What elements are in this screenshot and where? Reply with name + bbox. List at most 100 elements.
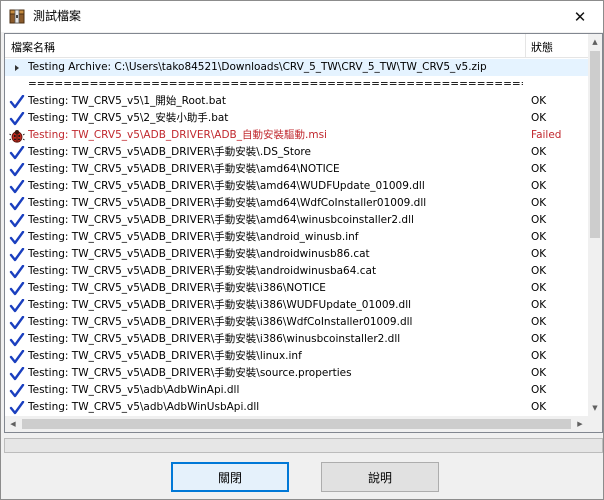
row-status: OK bbox=[531, 333, 547, 345]
row-status: OK bbox=[531, 197, 547, 209]
row-file-name: Testing: TW_CRV5_v5\ADB_DRIVER\手動安裝\andr… bbox=[28, 265, 377, 277]
archive-app-icon bbox=[9, 9, 25, 24]
row-status: OK bbox=[531, 163, 547, 175]
row-status: OK bbox=[531, 350, 547, 362]
table-row[interactable]: Testing: TW_CRV5_v5\ADB_DRIVER\手動安裝\andr… bbox=[5, 229, 588, 246]
table-row[interactable]: Testing: TW_CRV5_v5\ADB_DRIVER\手動安裝\amd6… bbox=[5, 161, 588, 178]
row-file-name: Testing: TW_CRV5_v5\ADB_DRIVER\手動安裝\amd6… bbox=[28, 180, 425, 192]
row-file-name: Testing: TW_CRV5_v5\adb\AdbWinApi.dll bbox=[28, 384, 240, 396]
row-file-name: Testing: TW_CRV5_v5\ADB_DRIVER\手動安裝\linu… bbox=[28, 350, 302, 362]
row-file-name: Testing: TW_CRV5_v5\ADB_DRIVER\手動安裝\i386… bbox=[28, 299, 412, 311]
check-icon bbox=[9, 179, 25, 194]
scrollbar-corner bbox=[588, 416, 602, 432]
check-icon bbox=[9, 247, 25, 262]
row-file-name: Testing: TW_CRV5_v5\ADB_DRIVER\ADB_自動安裝驅… bbox=[28, 129, 327, 141]
row-file-name: Testing: TW_CRV5_v5\ADB_DRIVER\手動安裝\.DS_… bbox=[28, 146, 311, 158]
row-file-name: Testing: TW_CRV5_v5\ADB_DRIVER\手動安裝\i386… bbox=[28, 333, 401, 345]
row-status: OK bbox=[531, 401, 547, 413]
row-file-name: Testing: TW_CRV5_v5\ADB_DRIVER\手動安裝\amd6… bbox=[28, 214, 414, 226]
row-status: OK bbox=[531, 146, 547, 158]
check-icon bbox=[9, 298, 25, 313]
bug-error-icon bbox=[9, 129, 25, 143]
check-icon bbox=[9, 400, 25, 415]
check-icon bbox=[9, 383, 25, 398]
check-icon bbox=[9, 145, 25, 160]
row-status: OK bbox=[531, 316, 547, 328]
check-icon bbox=[9, 366, 25, 381]
table-row[interactable]: Testing: TW_CRV5_v5\ADB_DRIVER\手動安裝\i386… bbox=[5, 297, 588, 314]
test-archive-dialog: 測試檔案 ✕ 檔案名稱 狀態 Testing Archive: C:\Users… bbox=[0, 0, 604, 500]
row-file-name: Testing: TW_CRV5_v5\1_開始_Root.bat bbox=[28, 95, 226, 107]
row-file-name: Testing: TW_CRV5_v5\ADB_DRIVER\手動安裝\andr… bbox=[28, 248, 370, 260]
table-row[interactable]: Testing: TW_CRV5_v5\2_安裝小助手.bat OK bbox=[5, 110, 588, 127]
check-icon bbox=[9, 230, 25, 245]
window-title: 測試檔案 bbox=[33, 9, 82, 23]
table-row[interactable]: Testing: TW_CRV5_v5\ADB_DRIVER\手動安裝\amd6… bbox=[5, 195, 588, 212]
check-icon bbox=[9, 111, 25, 126]
column-header-status[interactable]: 狀態 bbox=[531, 39, 553, 55]
column-header-name[interactable]: 檔案名稱 bbox=[11, 39, 55, 55]
table-row[interactable]: Testing: TW_CRV5_v5\ADB_DRIVER\ADB_自動安裝驅… bbox=[5, 127, 588, 144]
check-icon bbox=[9, 332, 25, 347]
vertical-scrollbar[interactable]: ▲ ▼ bbox=[588, 34, 602, 416]
scroll-up-arrow-icon[interactable]: ▲ bbox=[588, 34, 602, 50]
row-file-name: Testing: TW_CRV5_v5\ADB_DRIVER\手動安裝\i386… bbox=[28, 316, 413, 328]
row-status: OK bbox=[531, 112, 547, 124]
row-status: OK bbox=[531, 214, 547, 226]
row-status: OK bbox=[531, 299, 547, 311]
check-icon bbox=[9, 162, 25, 177]
progress-bar bbox=[4, 438, 603, 453]
table-row[interactable]: Testing: TW_CRV5_v5\ADB_DRIVER\手動安裝\sour… bbox=[5, 365, 588, 382]
scroll-left-arrow-icon[interactable]: ◀ bbox=[5, 416, 21, 432]
table-row[interactable]: Testing: TW_CRV5_v5\ADB_DRIVER\手動安裝\.DS_… bbox=[5, 144, 588, 161]
separator-row[interactable]: ========================================… bbox=[5, 76, 588, 93]
table-row[interactable]: Testing: TW_CRV5_v5\ADB_DRIVER\手動安裝\linu… bbox=[5, 348, 588, 365]
scroll-right-arrow-icon[interactable]: ▶ bbox=[572, 416, 588, 432]
row-status: OK bbox=[531, 265, 547, 277]
check-icon bbox=[9, 349, 25, 364]
vertical-scroll-thumb[interactable] bbox=[590, 51, 600, 238]
row-status: OK bbox=[531, 384, 547, 396]
list-header: 檔案名稱 狀態 bbox=[5, 34, 588, 58]
row-file-name: Testing Archive: C:\Users\tako84521\Down… bbox=[28, 61, 487, 73]
table-row[interactable]: Testing: TW_CRV5_v5\ADB_DRIVER\手動安裝\andr… bbox=[5, 263, 588, 280]
row-status: OK bbox=[531, 231, 547, 243]
table-row[interactable]: Testing: TW_CRV5_v5\ADB_DRIVER\手動安裝\amd6… bbox=[5, 178, 588, 195]
table-row[interactable]: Testing: TW_CRV5_v5\ADB_DRIVER\手動安裝\i386… bbox=[5, 331, 588, 348]
row-status: OK bbox=[531, 180, 547, 192]
table-row[interactable]: Testing: TW_CRV5_v5\ADB_DRIVER\手動安裝\i386… bbox=[5, 280, 588, 297]
horizontal-scroll-thumb[interactable] bbox=[22, 419, 571, 429]
row-file-name: Testing: TW_CRV5_v5\ADB_DRIVER\手動安裝\i386… bbox=[28, 282, 326, 294]
row-status: Failed bbox=[531, 129, 562, 141]
table-row[interactable]: Testing: TW_CRV5_v5\ADB_DRIVER\手動安裝\amd6… bbox=[5, 212, 588, 229]
column-divider[interactable] bbox=[525, 34, 526, 57]
table-row[interactable]: Testing: TW_CRV5_v5\1_開始_Root.bat OK bbox=[5, 93, 588, 110]
result-rows: Testing Archive: C:\Users\tako84521\Down… bbox=[5, 59, 588, 415]
table-row[interactable]: Testing: TW_CRV5_v5\ADB_DRIVER\手動安裝\andr… bbox=[5, 246, 588, 263]
title-bar: 測試檔案 ✕ bbox=[1, 1, 603, 32]
scroll-down-arrow-icon[interactable]: ▼ bbox=[588, 400, 602, 416]
check-icon bbox=[9, 196, 25, 211]
row-status: OK bbox=[531, 95, 547, 107]
row-status: OK bbox=[531, 248, 547, 260]
close-icon[interactable]: ✕ bbox=[557, 1, 603, 32]
help-button[interactable]: 說明 bbox=[321, 462, 439, 492]
row-file-name: Testing: TW_CRV5_v5\ADB_DRIVER\手動安裝\andr… bbox=[28, 231, 359, 243]
check-icon bbox=[9, 264, 25, 279]
check-icon bbox=[9, 315, 25, 330]
check-icon bbox=[9, 213, 25, 228]
table-row[interactable]: Testing: TW_CRV5_v5\ADB_DRIVER\手動安裝\i386… bbox=[5, 314, 588, 331]
check-icon bbox=[9, 94, 25, 109]
row-file-name: Testing: TW_CRV5_v5\adb\AdbWinUsbApi.dll bbox=[28, 401, 260, 413]
test-results-list[interactable]: 檔案名稱 狀態 Testing Archive: C:\Users\tako84… bbox=[4, 33, 603, 433]
row-file-name: Testing: TW_CRV5_v5\ADB_DRIVER\手動安裝\sour… bbox=[28, 367, 352, 379]
horizontal-scrollbar[interactable]: ◀ ▶ bbox=[5, 416, 588, 432]
row-file-name: Testing: TW_CRV5_v5\ADB_DRIVER\手動安裝\amd6… bbox=[28, 197, 427, 209]
close-button[interactable]: 關閉 bbox=[171, 462, 289, 492]
table-row[interactable]: Testing: TW_CRV5_v5\adb\AdbWinApi.dll OK bbox=[5, 382, 588, 399]
row-status: OK bbox=[531, 282, 547, 294]
row-status: OK bbox=[531, 367, 547, 379]
table-row[interactable]: Testing: TW_CRV5_v5\adb\AdbWinUsbApi.dll… bbox=[5, 399, 588, 415]
archive-row[interactable]: Testing Archive: C:\Users\tako84521\Down… bbox=[5, 59, 588, 76]
row-file-name: Testing: TW_CRV5_v5\2_安裝小助手.bat bbox=[28, 112, 229, 124]
